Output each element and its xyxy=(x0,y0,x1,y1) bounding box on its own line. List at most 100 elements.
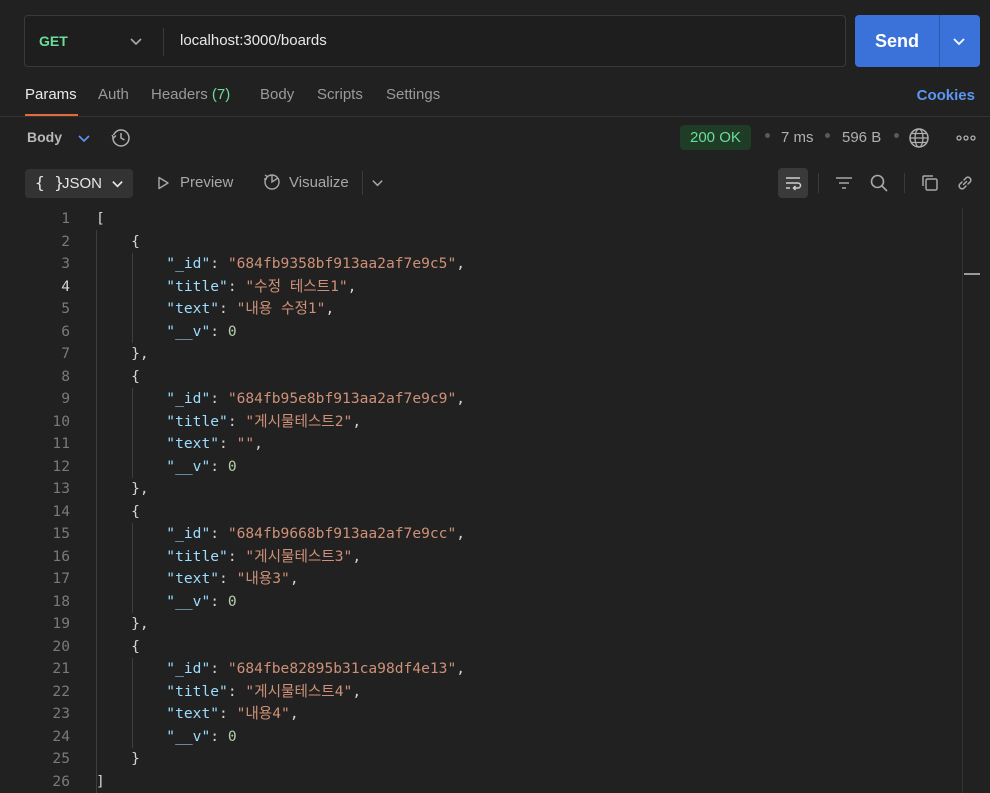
code-line[interactable]: 13 }, xyxy=(0,478,962,501)
method-label: GET xyxy=(39,33,68,49)
code-line[interactable]: 9 "_id": "684fb95e8bf913aa2af7e9c9", xyxy=(0,388,962,411)
code-token: 0 xyxy=(227,322,237,340)
code-line[interactable]: 14 { xyxy=(0,501,962,524)
url-input[interactable]: localhost:3000/boards xyxy=(180,32,327,49)
code-line[interactable]: 24 "__v": 0 xyxy=(0,726,962,749)
response-time[interactable]: 7 ms xyxy=(781,129,814,146)
code-line[interactable]: 19 }, xyxy=(0,613,962,636)
tab-params[interactable]: Params xyxy=(25,86,77,103)
code-token: "게시물테스트2" xyxy=(245,412,353,430)
tab-scripts[interactable]: Scripts xyxy=(317,86,363,103)
code-token: "내용4" xyxy=(236,705,290,722)
code-token: : xyxy=(219,300,237,317)
code-token: "_id" xyxy=(166,390,211,407)
line-number: 6 xyxy=(61,322,70,340)
code-text: "__v": 0 xyxy=(96,456,237,479)
more-options-icon[interactable] xyxy=(955,130,977,146)
code-text: "text": "내용3", xyxy=(96,568,299,591)
code-token: "_id" xyxy=(166,255,211,272)
code-token: 0 xyxy=(227,592,237,610)
code-text: "title": "게시물테스트2", xyxy=(96,411,361,434)
code-line[interactable]: 20 { xyxy=(0,636,962,659)
code-token: 0 xyxy=(227,457,237,475)
scrollbar[interactable] xyxy=(962,208,963,793)
response-size[interactable]: 596 B xyxy=(842,129,881,146)
code-line[interactable]: 12 "__v": 0 xyxy=(0,456,962,479)
chevron-down-icon[interactable] xyxy=(77,131,91,145)
code-line[interactable]: 17 "text": "내용3", xyxy=(0,568,962,591)
code-line[interactable]: 11 "text": "", xyxy=(0,433,962,456)
line-number: 23 xyxy=(52,705,70,722)
code-text: }, xyxy=(96,613,149,636)
code-text: "_id": "684fbe82895b31ca98df4e13", xyxy=(96,658,465,681)
code-text: "_id": "684fb9668bf913aa2af7e9cc", xyxy=(96,523,465,546)
format-select[interactable]: { } JSON xyxy=(25,169,133,198)
code-line[interactable]: 4 "title": "수정 테스트1", xyxy=(0,276,962,299)
status-badge[interactable]: 200 OK xyxy=(680,125,751,150)
code-token: "__v" xyxy=(166,727,211,745)
filter-icon xyxy=(836,177,852,189)
tab-headers[interactable]: Headers (7) xyxy=(151,86,230,103)
code-line[interactable]: 1[ xyxy=(0,208,962,231)
code-token: "title" xyxy=(166,682,228,700)
code-line[interactable]: 26] xyxy=(0,771,962,793)
response-section-label[interactable]: Body xyxy=(27,129,62,145)
code-line[interactable]: 3 "_id": "684fb9358bf913aa2af7e9c5", xyxy=(0,253,962,276)
code-text: }, xyxy=(96,478,149,501)
code-line[interactable]: 23 "text": "내용4", xyxy=(0,703,962,726)
code-line[interactable]: 2 { xyxy=(0,231,962,254)
history-icon[interactable] xyxy=(110,127,132,149)
separator-dot xyxy=(765,133,770,138)
tab-settings[interactable]: Settings xyxy=(386,86,440,103)
code-text: "title": "게시물테스트4", xyxy=(96,681,361,704)
code-token: "__v" xyxy=(166,322,211,340)
send-button[interactable]: Send xyxy=(855,15,980,67)
line-number: 20 xyxy=(52,637,70,655)
code-line[interactable]: 7 }, xyxy=(0,343,962,366)
code-text: "_id": "684fb95e8bf913aa2af7e9c9", xyxy=(96,388,465,411)
tab-body[interactable]: Body xyxy=(260,86,294,103)
code-line[interactable]: 5 "text": "내용 수정1", xyxy=(0,298,962,321)
code-token: : xyxy=(227,277,246,295)
code-line[interactable]: 16 "title": "게시물테스트3", xyxy=(0,546,962,569)
code-token: , xyxy=(289,570,299,587)
code-token: : xyxy=(210,525,228,542)
search-button[interactable] xyxy=(864,168,894,198)
line-number: 26 xyxy=(52,772,70,790)
filter-button[interactable] xyxy=(829,168,859,198)
code-line[interactable]: 6 "__v": 0 xyxy=(0,321,962,344)
code-token: , xyxy=(352,547,362,565)
link-button[interactable] xyxy=(950,168,980,198)
code-text: [ xyxy=(96,208,105,231)
line-number: 3 xyxy=(61,255,70,272)
visualize-label: Visualize xyxy=(289,174,349,191)
code-token: "_id" xyxy=(166,525,211,542)
code-line[interactable]: 22 "title": "게시물테스트4", xyxy=(0,681,962,704)
code-line[interactable]: 25 } xyxy=(0,748,962,771)
cookies-link[interactable]: Cookies xyxy=(917,87,975,104)
code-token: : xyxy=(210,390,228,407)
code-token: , xyxy=(254,435,263,452)
code-line[interactable]: 8 { xyxy=(0,366,962,389)
globe-icon[interactable] xyxy=(908,127,930,149)
code-text: "text": "", xyxy=(96,433,263,456)
code-line[interactable]: 15 "_id": "684fb9668bf913aa2af7e9cc", xyxy=(0,523,962,546)
tab-auth[interactable]: Auth xyxy=(98,86,129,103)
code-token: "684fb95e8bf913aa2af7e9c9" xyxy=(227,390,457,407)
code-token: "__v" xyxy=(166,457,211,475)
line-number: 13 xyxy=(52,480,70,497)
code-line[interactable]: 10 "title": "게시물테스트2", xyxy=(0,411,962,434)
line-number: 17 xyxy=(52,570,70,587)
preview-label: Preview xyxy=(180,174,234,191)
chevron-down-icon[interactable] xyxy=(371,176,384,189)
wrap-lines-button[interactable] xyxy=(778,168,808,198)
code-token: "내용3" xyxy=(236,570,290,587)
code-line[interactable]: 21 "_id": "684fbe82895b31ca98df4e13", xyxy=(0,658,962,681)
chevron-down-icon[interactable] xyxy=(952,34,966,48)
code-token: : xyxy=(227,682,246,700)
copy-button[interactable] xyxy=(915,168,945,198)
response-body-editor[interactable]: 1[2 {3 "_id": "684fb9358bf913aa2af7e9c5"… xyxy=(0,208,962,793)
code-line[interactable]: 18 "__v": 0 xyxy=(0,591,962,614)
